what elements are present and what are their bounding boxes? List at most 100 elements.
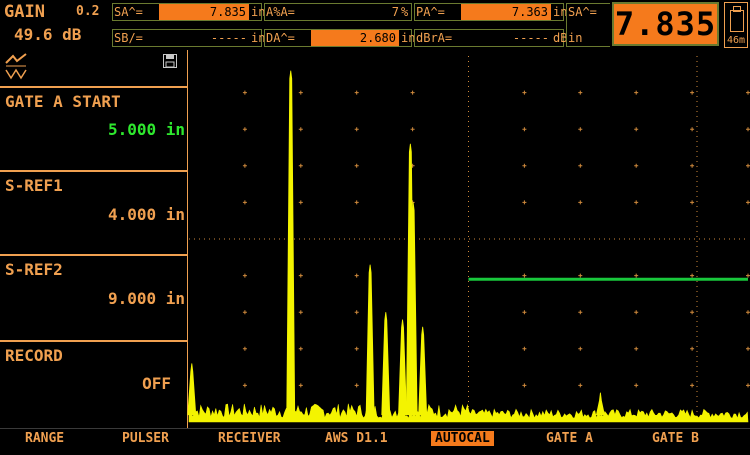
grid-mark — [298, 310, 303, 315]
grid-mark — [298, 200, 303, 205]
waveform-icon[interactable] — [4, 53, 30, 81]
grid-mark — [746, 383, 750, 388]
grid-mark — [578, 90, 583, 95]
param-s-ref2[interactable]: S-REF2 9.000 in — [0, 254, 187, 340]
battery-icon: 46m — [724, 2, 748, 48]
grid-mark — [242, 127, 247, 132]
grid-mark — [578, 273, 583, 278]
menu-gate-a[interactable]: GATE A — [546, 431, 593, 446]
param-value: OFF — [142, 374, 171, 393]
grid-mark — [746, 163, 750, 168]
grid-mark — [578, 163, 583, 168]
reading-dbra: dBrA= ----- dB — [414, 29, 567, 47]
grid-mark — [410, 90, 415, 95]
grid-mark — [298, 383, 303, 388]
big-reading-value: 7.835 — [612, 2, 719, 46]
grid-mark — [578, 310, 583, 315]
plot-grid — [189, 56, 750, 422]
reading-value: 7.363 — [461, 4, 551, 20]
reading-da: DA^= 2.680 in — [264, 29, 415, 47]
echo-peak — [398, 319, 407, 416]
reading-a-percent: A%A= 7 % — [264, 3, 412, 21]
reading-label: PA^= — [416, 5, 445, 19]
grid-mark — [634, 383, 639, 388]
grid-mark — [634, 163, 639, 168]
grid-mark — [354, 90, 359, 95]
gain-label: GAIN — [4, 2, 45, 22]
grid-mark — [690, 90, 695, 95]
param-title: S-REF2 — [5, 260, 63, 279]
reading-label: SA^= — [114, 5, 143, 19]
param-title: S-REF1 — [5, 176, 63, 195]
big-reading-unit: in — [568, 31, 583, 45]
grid-mark — [634, 346, 639, 351]
menu-range[interactable]: RANGE — [25, 431, 64, 446]
grid-mark — [634, 310, 639, 315]
reading-value: 2.680 — [311, 30, 399, 46]
gain-value[interactable]: 49.6 dB — [14, 25, 81, 44]
param-value: 5.000 in — [107, 120, 185, 139]
grid-mark — [690, 200, 695, 205]
grid-mark — [354, 200, 359, 205]
grid-mark — [242, 346, 247, 351]
reading-value: 7 — [391, 5, 399, 19]
grid-mark — [746, 346, 750, 351]
menu-autocal[interactable]: AUTOCAL — [431, 431, 494, 446]
grid-mark — [522, 310, 527, 315]
big-reading-label: SA^= — [568, 5, 597, 19]
echo-peak — [286, 70, 296, 416]
floppy-disk-icon[interactable] — [163, 54, 177, 68]
param-s-ref1[interactable]: S-REF1 4.000 in — [0, 170, 187, 254]
battery-time: 46m — [726, 35, 746, 46]
grid-mark — [746, 90, 750, 95]
reading-label: DA^= — [266, 31, 295, 45]
grid-mark — [242, 163, 247, 168]
echo-peak — [595, 392, 605, 416]
grid-mark — [578, 383, 583, 388]
menu-pulser[interactable]: PULSER — [122, 431, 169, 446]
grid-mark — [578, 200, 583, 205]
reading-pa: PA^= 7.363 in — [414, 3, 567, 21]
grid-mark — [634, 273, 639, 278]
signal-trace — [187, 70, 749, 423]
grid-mark — [746, 200, 750, 205]
grid-mark — [746, 127, 750, 132]
menu-gate-b[interactable]: GATE B — [652, 431, 699, 446]
grid-mark — [354, 383, 359, 388]
grid-mark — [690, 346, 695, 351]
menu-receiver[interactable]: RECEIVER — [218, 431, 281, 446]
echo-peak — [381, 312, 391, 416]
grid-mark — [690, 273, 695, 278]
grid-mark — [522, 127, 527, 132]
grid-mark — [242, 90, 247, 95]
param-value: 9.000 in — [107, 289, 185, 308]
a-scan-plot[interactable] — [187, 50, 750, 428]
grid-mark — [242, 200, 247, 205]
menu-aws-d11[interactable]: AWS D1.1 — [325, 431, 388, 446]
grid-mark — [634, 90, 639, 95]
grid-mark — [746, 310, 750, 315]
grid-mark — [410, 127, 415, 132]
grid-mark — [354, 310, 359, 315]
grid-mark — [690, 383, 695, 388]
reading-sa: SA^= 7.835 in — [112, 3, 265, 21]
grid-mark — [690, 127, 695, 132]
grid-mark — [242, 383, 247, 388]
gain-step: 0.2 — [76, 4, 100, 19]
param-value: 4.000 in — [107, 205, 185, 224]
grid-mark — [522, 383, 527, 388]
grid-mark — [354, 346, 359, 351]
grid-mark — [522, 346, 527, 351]
grid-mark — [746, 273, 750, 278]
grid-mark — [634, 127, 639, 132]
param-record[interactable]: RECORD OFF — [0, 340, 187, 428]
param-gate-a-start[interactable]: GATE A START 5.000 in — [0, 86, 187, 170]
grid-mark — [242, 310, 247, 315]
reading-value: 7.835 — [159, 4, 249, 20]
reading-value: ----- — [210, 31, 247, 45]
grid-mark — [298, 346, 303, 351]
grid-mark — [522, 90, 527, 95]
grid-mark — [298, 273, 303, 278]
reading-sb: SB/= ----- in — [112, 29, 265, 47]
grid-mark — [354, 163, 359, 168]
